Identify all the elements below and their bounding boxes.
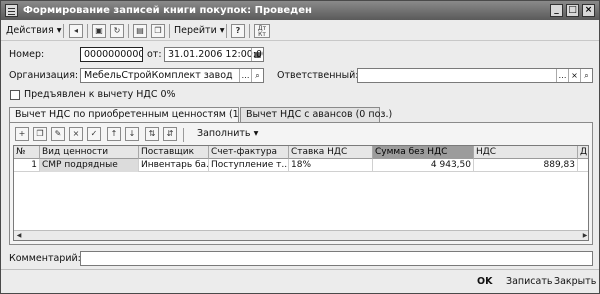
organization-field[interactable]: МебельСтройКомплект завод … ⌕ <box>80 68 264 83</box>
help-icon[interactable]: ? <box>231 24 245 38</box>
minimize-button[interactable]: _ <box>550 4 563 17</box>
dropdown-arrow-icon: ▾ <box>219 25 225 36</box>
main-toolbar: Действия ▾ ◂ ▣ ↻ ▤ ❐ Перейти ▾ ? Дт Кт <box>1 21 599 41</box>
number-field[interactable]: 00000000004 <box>80 47 143 62</box>
date-field[interactable]: 31.01.2006 12:00:00 ▦ <box>164 47 264 62</box>
column-header[interactable]: НДС <box>474 146 578 159</box>
close-window-button[interactable]: × <box>582 4 595 17</box>
add-row-icon[interactable]: + <box>15 127 29 141</box>
close-button[interactable]: Закрыть <box>554 274 596 290</box>
column-header[interactable]: Сумма без НДС <box>373 146 474 159</box>
date-label: от: <box>147 49 162 60</box>
cell-extra[interactable] <box>578 159 588 172</box>
calendar-icon[interactable]: ▦ <box>251 48 263 61</box>
open-search-icon[interactable]: ⌕ <box>251 69 263 82</box>
move-down-icon[interactable]: ↓ <box>125 127 139 141</box>
postings-icon[interactable]: Дт Кт <box>254 24 270 38</box>
move-up-icon[interactable]: ↑ <box>107 127 121 141</box>
organization-value: МебельСтройКомплект завод <box>84 70 233 81</box>
comment-label: Комментарий: <box>9 253 81 264</box>
refresh-icon[interactable]: ↻ <box>110 24 124 38</box>
column-header[interactable]: Ставка НДС <box>289 146 373 159</box>
tab-vat-deduction-advances[interactable]: Вычет НДС с авансов (0 поз.) <box>240 107 392 122</box>
cell-sum-without-vat[interactable]: 4 943,50 <box>373 159 474 172</box>
tab-vat-deduction-goods[interactable]: Вычет НДС по приобретенным ценностям (1 … <box>9 107 266 123</box>
actions-label: Действия <box>6 25 54 36</box>
column-header[interactable]: Поставщик <box>139 146 209 159</box>
table-row[interactable]: 1 СМР подрядные Инвентарь ба... Поступле… <box>14 159 588 172</box>
copy-row-icon[interactable]: ❐ <box>33 127 47 141</box>
clear-icon[interactable]: × <box>568 69 580 82</box>
select-ellipsis-icon[interactable]: … <box>556 69 568 82</box>
back-arrow-icon[interactable]: ◂ <box>69 24 83 38</box>
window-title: Формирование записей книги покупок: Пров… <box>23 5 312 16</box>
toolbar-separator <box>226 24 227 38</box>
dropdown-arrow-icon: ▾ <box>56 25 62 36</box>
vat-zero-label: Предъявлен к вычету НДС 0% <box>24 89 176 100</box>
vat-table[interactable]: № Вид ценности Поставщик Счет-фактура Ст… <box>13 145 589 241</box>
scroll-right-icon[interactable]: ▶ <box>580 231 588 240</box>
delete-row-icon[interactable]: × <box>69 127 83 141</box>
cell-supplier[interactable]: Инвентарь ба... <box>139 159 209 172</box>
fill-menu[interactable]: Заполнить ▾ <box>197 126 258 142</box>
column-header[interactable]: Д <box>578 146 588 159</box>
edit-row-icon[interactable]: ✎ <box>51 127 65 141</box>
organization-label: Организация: <box>9 70 79 81</box>
toolbar-separator <box>128 24 129 38</box>
cell-number: 1 <box>14 159 40 172</box>
column-header[interactable]: Вид ценности <box>40 146 139 159</box>
toolbar-separator <box>183 128 184 142</box>
fill-label: Заполнить <box>197 128 251 139</box>
goto-menu[interactable]: Перейти ▾ <box>174 23 225 39</box>
toolbar-separator <box>63 24 64 38</box>
end-edit-icon[interactable]: ✓ <box>87 127 101 141</box>
copy-icon[interactable]: ❐ <box>151 24 165 38</box>
horizontal-scrollbar[interactable]: ◀ ▶ <box>14 230 588 240</box>
cell-vat[interactable]: 889,83 <box>474 159 578 172</box>
responsible-field[interactable]: … × ⌕ <box>357 68 593 83</box>
table-header: № Вид ценности Поставщик Счет-фактура Ст… <box>14 146 588 159</box>
responsible-label: Ответственный: <box>277 70 359 81</box>
bottom-bar: OK Записать Закрыть <box>1 269 599 294</box>
maximize-button[interactable]: □ <box>566 4 579 17</box>
column-header[interactable]: № <box>14 146 40 159</box>
open-document-icon[interactable]: ▣ <box>92 24 106 38</box>
cell-invoice[interactable]: Поступление т... <box>209 159 289 172</box>
cell-kind[interactable]: СМР подрядные <box>40 159 139 172</box>
title-bar: Формирование записей книги покупок: Пров… <box>1 1 599 20</box>
dropdown-arrow-icon: ▾ <box>253 128 259 139</box>
sort-ascending-icon[interactable]: ⇅ <box>145 127 159 141</box>
cell-vat-rate[interactable]: 18% <box>289 159 373 172</box>
actions-menu[interactable]: Действия ▾ <box>6 23 62 39</box>
save-button[interactable]: Записать <box>506 274 552 290</box>
toolbar-separator <box>87 24 88 38</box>
date-value: 31.01.2006 12:00:00 <box>168 49 264 60</box>
column-header[interactable]: Счет-фактура <box>209 146 289 159</box>
number-label: Номер: <box>9 49 45 60</box>
goto-label: Перейти <box>174 25 217 36</box>
toolbar-separator <box>249 24 250 38</box>
document-window: Формирование записей книги покупок: Пров… <box>0 0 600 294</box>
vat-zero-checkbox[interactable] <box>10 90 20 100</box>
scroll-left-icon[interactable]: ◀ <box>14 231 24 240</box>
print-icon[interactable]: ▤ <box>133 24 147 38</box>
open-search-icon[interactable]: ⌕ <box>580 69 592 82</box>
toolbar-separator <box>169 24 170 38</box>
document-icon <box>5 4 18 17</box>
comment-field[interactable] <box>80 251 593 266</box>
select-ellipsis-icon[interactable]: … <box>239 69 251 82</box>
sort-descending-icon[interactable]: ⇵ <box>163 127 177 141</box>
ok-button[interactable]: OK <box>477 274 492 290</box>
